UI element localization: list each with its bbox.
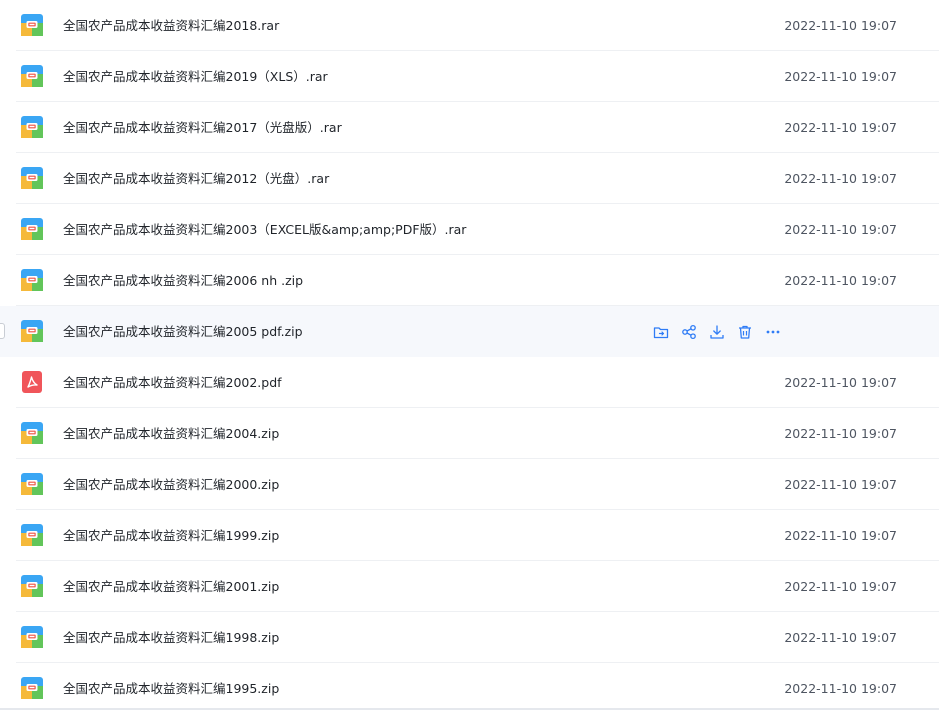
row-actions bbox=[652, 322, 792, 342]
archive-icon bbox=[21, 14, 43, 36]
archive-icon bbox=[21, 422, 43, 444]
file-row[interactable]: 全国农产品成本收益资料汇编2002.pdf 2022-11-10 19:07 bbox=[0, 357, 939, 408]
file-modified-date: 2022-11-10 19:07 bbox=[784, 477, 897, 492]
file-list: 全国农产品成本收益资料汇编2018.rar 2022-11-10 19:07 全国农… bbox=[0, 0, 939, 710]
file-name[interactable]: 全国农产品成本收益资料汇编2006 nh .zip bbox=[63, 255, 303, 306]
archive-icon bbox=[21, 524, 43, 546]
file-row[interactable]: 全国农产品成本收益资料汇编2000.zip 2022-11-10 19:07 bbox=[0, 459, 939, 510]
file-modified-date: 2022-11-10 19:07 bbox=[784, 18, 897, 33]
file-row[interactable]: 全国农产品成本收益资料汇编2001.zip 2022-11-10 19:07 bbox=[0, 561, 939, 612]
delete-icon[interactable] bbox=[736, 323, 754, 341]
file-name[interactable]: 全国农产品成本收益资料汇编2012（光盘）.rar bbox=[63, 153, 329, 204]
file-row[interactable]: 全国农产品成本收益资料汇编2017（光盘版）.rar 2022-11-10 19:… bbox=[0, 102, 939, 153]
file-modified-date: 2022-11-10 19:07 bbox=[784, 528, 897, 543]
file-row[interactable]: 全国农产品成本收益资料汇编2018.rar 2022-11-10 19:07 bbox=[0, 0, 939, 51]
archive-icon bbox=[21, 320, 43, 342]
archive-icon bbox=[21, 575, 43, 597]
row-checkbox[interactable] bbox=[0, 323, 5, 339]
file-modified-date: 2022-11-10 19:07 bbox=[784, 630, 897, 645]
file-name[interactable]: 全国农产品成本收益资料汇编1998.zip bbox=[63, 612, 279, 663]
archive-icon bbox=[21, 626, 43, 648]
archive-icon bbox=[21, 269, 43, 291]
file-name[interactable]: 全国农产品成本收益资料汇编2018.rar bbox=[63, 0, 279, 51]
file-row[interactable]: 全国农产品成本收益资料汇编2003（EXCEL版&amp;amp;PDF版）.r… bbox=[0, 204, 939, 255]
file-row[interactable]: 全国农产品成本收益资料汇编1999.zip 2022-11-10 19:07 bbox=[0, 510, 939, 561]
pdf-icon bbox=[21, 371, 43, 393]
share-icon[interactable] bbox=[680, 323, 698, 341]
file-row[interactable]: 全国农产品成本收益资料汇编2006 nh .zip 2022-11-10 19:0… bbox=[0, 255, 939, 306]
archive-icon bbox=[21, 473, 43, 495]
file-modified-date: 2022-11-10 19:07 bbox=[784, 681, 897, 696]
download-icon[interactable] bbox=[708, 323, 726, 341]
file-name[interactable]: 全国农产品成本收益资料汇编2001.zip bbox=[63, 561, 279, 612]
file-name[interactable]: 全国农产品成本收益资料汇编2000.zip bbox=[63, 459, 279, 510]
file-modified-date: 2022-11-10 19:07 bbox=[784, 120, 897, 135]
file-name[interactable]: 全国农产品成本收益资料汇编2004.zip bbox=[63, 408, 279, 459]
file-modified-date: 2022-11-10 19:07 bbox=[784, 426, 897, 441]
file-modified-date: 2022-11-10 19:07 bbox=[784, 171, 897, 186]
file-row[interactable]: 全国农产品成本收益资料汇编1998.zip 2022-11-10 19:07 bbox=[0, 612, 939, 663]
file-row[interactable]: 全国农产品成本收益资料汇编2019（XLS）.rar 2022-11-10 19:… bbox=[0, 51, 939, 102]
archive-icon bbox=[21, 677, 43, 699]
file-name[interactable]: 全国农产品成本收益资料汇编2017（光盘版）.rar bbox=[63, 102, 342, 153]
file-row[interactable]: 全国农产品成本收益资料汇编2012（光盘）.rar 2022-11-10 19:0… bbox=[0, 153, 939, 204]
file-name[interactable]: 全国农产品成本收益资料汇编2019（XLS）.rar bbox=[63, 51, 328, 102]
file-row[interactable]: 全国农产品成本收益资料汇编1995.zip 2022-11-10 19:07 bbox=[0, 663, 939, 710]
file-row[interactable]: 全国农产品成本收益资料汇编2005 pdf.zip bbox=[0, 306, 939, 357]
file-name[interactable]: 全国农产品成本收益资料汇编2003（EXCEL版&amp;amp;PDF版）.r… bbox=[63, 204, 466, 255]
file-modified-date: 2022-11-10 19:07 bbox=[784, 222, 897, 237]
archive-icon bbox=[21, 218, 43, 240]
file-modified-date: 2022-11-10 19:07 bbox=[784, 375, 897, 390]
file-row[interactable]: 全国农产品成本收益资料汇编2004.zip 2022-11-10 19:07 bbox=[0, 408, 939, 459]
move-to-folder-icon[interactable] bbox=[652, 323, 670, 341]
archive-icon bbox=[21, 65, 43, 87]
archive-icon bbox=[21, 116, 43, 138]
file-name[interactable]: 全国农产品成本收益资料汇编2002.pdf bbox=[63, 357, 282, 408]
file-name[interactable]: 全国农产品成本收益资料汇编1999.zip bbox=[63, 510, 279, 561]
more-icon[interactable] bbox=[764, 323, 782, 341]
file-modified-date: 2022-11-10 19:07 bbox=[784, 69, 897, 84]
file-modified-date: 2022-11-10 19:07 bbox=[784, 273, 897, 288]
file-name[interactable]: 全国农产品成本收益资料汇编2005 pdf.zip bbox=[63, 306, 303, 357]
file-modified-date: 2022-11-10 19:07 bbox=[784, 579, 897, 594]
file-name[interactable]: 全国农产品成本收益资料汇编1995.zip bbox=[63, 663, 279, 710]
archive-icon bbox=[21, 167, 43, 189]
